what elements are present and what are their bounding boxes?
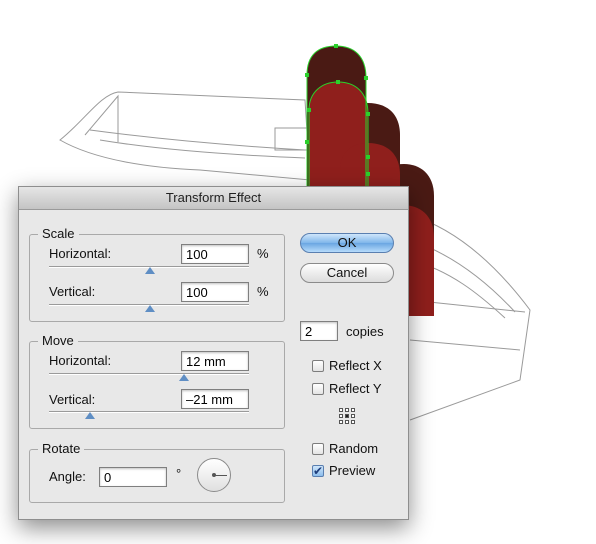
ref-point[interactable] <box>351 420 355 424</box>
move-group-title: Move <box>38 333 78 348</box>
move-horizontal-slider[interactable] <box>49 373 249 375</box>
checkmark-icon: ✔ <box>313 464 324 478</box>
ref-point[interactable] <box>339 414 343 418</box>
rotate-dial-needle <box>214 475 227 476</box>
preview-checkbox[interactable]: ✔ <box>312 465 324 477</box>
reflect-y-label[interactable]: Reflect Y <box>329 381 382 396</box>
scale-horizontal-input[interactable] <box>181 244 249 264</box>
reference-point-icon[interactable] <box>339 408 356 425</box>
hull-line <box>409 339 521 351</box>
hull-outline <box>59 91 311 181</box>
anchor-point <box>305 140 309 144</box>
scale-horizontal-unit: % <box>257 246 269 261</box>
rotate-group-title: Rotate <box>38 441 85 456</box>
reflect-y-checkbox[interactable] <box>312 383 324 395</box>
ref-point-selected[interactable] <box>345 414 349 418</box>
move-horizontal-label: Horizontal: <box>49 353 112 368</box>
preview-label[interactable]: Preview <box>329 463 375 478</box>
random-label[interactable]: Random <box>329 441 378 456</box>
ref-point[interactable] <box>339 408 343 412</box>
dialog-title[interactable]: Transform Effect <box>19 187 408 210</box>
move-vertical-label: Vertical: <box>49 392 96 407</box>
scale-vertical-label: Vertical: <box>49 284 96 299</box>
scale-group-title: Scale <box>38 226 79 241</box>
rotate-angle-input[interactable] <box>99 467 167 487</box>
move-vertical-slider-thumb[interactable] <box>85 412 95 419</box>
copies-input[interactable] <box>300 321 338 341</box>
ref-point[interactable] <box>345 408 349 412</box>
rotate-angle-unit: ° <box>176 466 182 481</box>
reflect-x-label[interactable]: Reflect X <box>329 358 382 373</box>
anchor-point <box>366 172 370 176</box>
hull-line <box>89 129 306 151</box>
ref-point[interactable] <box>351 414 355 418</box>
rotate-dial-icon[interactable] <box>197 458 231 492</box>
move-horizontal-input[interactable] <box>181 351 249 371</box>
scale-vertical-slider-thumb[interactable] <box>145 305 155 312</box>
hull-line <box>274 127 311 151</box>
ref-point[interactable] <box>339 420 343 424</box>
scale-horizontal-label: Horizontal: <box>49 246 112 261</box>
scale-horizontal-slider-thumb[interactable] <box>145 267 155 274</box>
hull-line <box>84 94 119 142</box>
rotate-angle-label: Angle: <box>49 469 86 484</box>
anchor-point <box>336 80 340 84</box>
anchor-point <box>307 108 311 112</box>
anchor-point <box>334 44 338 48</box>
copies-label: copies <box>346 324 384 339</box>
anchor-point <box>364 76 368 80</box>
ref-point[interactable] <box>351 408 355 412</box>
anchor-point <box>366 112 370 116</box>
move-vertical-input[interactable] <box>181 389 249 409</box>
anchor-point <box>305 73 309 77</box>
scale-vertical-unit: % <box>257 284 269 299</box>
anchor-point <box>366 155 370 159</box>
transform-effect-dialog: Transform Effect Scale Horizontal: % Ver… <box>18 186 409 520</box>
ok-button[interactable]: OK <box>300 233 394 253</box>
random-checkbox[interactable] <box>312 443 324 455</box>
ref-point[interactable] <box>345 420 349 424</box>
reflect-x-checkbox[interactable] <box>312 360 324 372</box>
move-vertical-slider[interactable] <box>49 411 249 413</box>
cancel-button[interactable]: Cancel <box>300 263 394 283</box>
scale-vertical-input[interactable] <box>181 282 249 302</box>
move-horizontal-slider-thumb[interactable] <box>179 374 189 381</box>
